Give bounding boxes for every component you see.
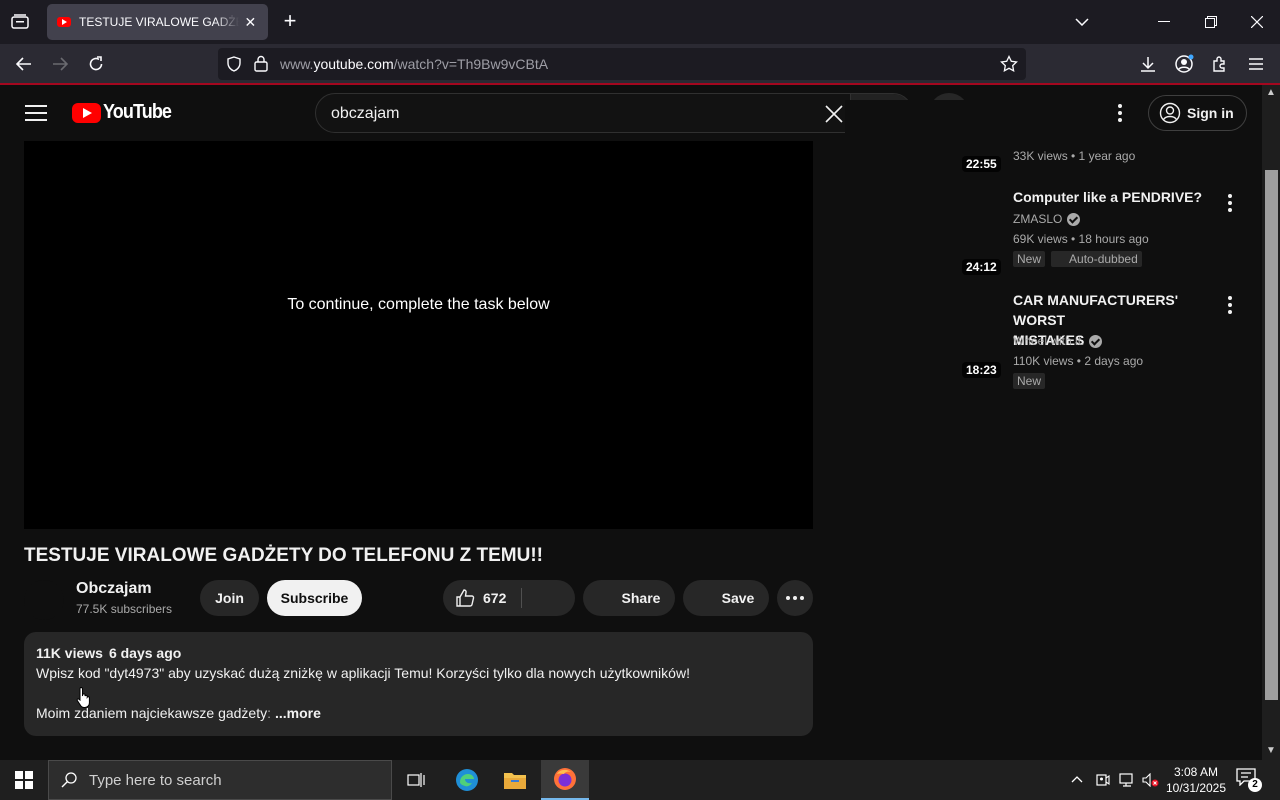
scroll-up-icon[interactable]: ▲ bbox=[1266, 87, 1276, 98]
restore-icon[interactable] bbox=[1197, 8, 1225, 36]
video-duration: 18:23 bbox=[962, 362, 1001, 378]
description-box[interactable]: 11K views 6 days ago Wpisz kod "dyt4973" … bbox=[24, 632, 813, 736]
guide-menu-icon[interactable] bbox=[24, 101, 48, 125]
search-icon bbox=[61, 772, 77, 788]
view-info: 11K views 6 days ago bbox=[36, 645, 181, 661]
notification-count: 2 bbox=[1248, 778, 1262, 792]
tab-list-icon[interactable] bbox=[8, 10, 32, 34]
taskbar-search-box[interactable]: Type here to search bbox=[48, 760, 392, 800]
clock-date: 10/31/2025 bbox=[1165, 781, 1227, 795]
verified-check-icon bbox=[1067, 212, 1081, 226]
back-arrow-icon[interactable] bbox=[12, 52, 36, 76]
like-dislike-group: 672 bbox=[443, 580, 575, 616]
badge-new: New bbox=[1013, 373, 1046, 389]
youtube-logo-text: YouTube bbox=[103, 101, 172, 123]
description-line-1: Wpisz kod "dyt4973" aby uzyskać dużą zni… bbox=[36, 665, 690, 681]
video-meta: 69K views • 18 hours ago bbox=[1013, 232, 1149, 246]
firefox-taskbar-icon[interactable] bbox=[541, 760, 589, 800]
menu-hamburger-icon[interactable] bbox=[1244, 52, 1268, 76]
share-button[interactable]: Share bbox=[583, 580, 675, 616]
taskbar-search-placeholder: Type here to search bbox=[89, 771, 222, 789]
video-badges: New bbox=[1013, 373, 1046, 389]
video-duration: 22:55 bbox=[962, 156, 1001, 172]
badge-auto-dubbed: Auto-dubbed bbox=[1051, 251, 1142, 267]
video-player[interactable]: To continue, complete the task below bbox=[24, 141, 813, 529]
video-duration: 24:12 bbox=[962, 259, 1001, 275]
scrollbar-thumb[interactable] bbox=[1265, 170, 1278, 700]
save-button[interactable]: Save bbox=[683, 580, 769, 616]
badge-new: New bbox=[1013, 251, 1046, 267]
tab-title: TESTUJE VIRALOWE GADŻETY DO TELEFONU Z T… bbox=[79, 15, 239, 29]
new-tab-icon[interactable]: + bbox=[278, 10, 302, 34]
channel-name[interactable]: Obczajam bbox=[76, 580, 152, 598]
show-more-link[interactable]: ...more bbox=[275, 705, 321, 721]
player-captcha-message: To continue, complete the task below bbox=[287, 296, 550, 313]
account-icon[interactable] bbox=[1172, 52, 1196, 76]
downloads-icon[interactable] bbox=[1136, 52, 1160, 76]
recommendation-item[interactable]: 24:12 Computer like a PENDRIVE? ZMASLO 6… bbox=[845, 187, 1255, 281]
address-bar[interactable]: www.youtube.com/watch?v=Th9Bw9vCBtA bbox=[218, 48, 1026, 80]
like-count[interactable]: 672 bbox=[483, 590, 506, 606]
search-input[interactable]: obczajam bbox=[331, 105, 399, 123]
browser-tab-bar: TESTUJE VIRALOWE GADŻETY DO TELEFONU Z T… bbox=[0, 0, 1280, 44]
active-browser-tab[interactable]: TESTUJE VIRALOWE GADŻETY DO TELEFONU Z T… bbox=[47, 4, 268, 40]
channel-name[interactable]: Wheel with it. bbox=[1013, 334, 1103, 348]
recommendation-item[interactable]: 22:55 33K views • 1 year ago bbox=[845, 100, 1255, 190]
network-icon[interactable] bbox=[1119, 773, 1135, 790]
video-badges: New Auto-dubbed bbox=[1013, 251, 1142, 267]
video-meta: 33K views • 1 year ago bbox=[1013, 149, 1136, 163]
video-more-icon[interactable] bbox=[1228, 296, 1232, 314]
notification-center-icon[interactable]: 2 bbox=[1236, 768, 1262, 792]
page-scrollbar[interactable]: ▲ ▼ bbox=[1262, 85, 1280, 760]
tracking-shield-icon[interactable] bbox=[226, 56, 242, 77]
meet-now-icon[interactable] bbox=[1096, 772, 1110, 791]
task-view-icon[interactable] bbox=[392, 760, 440, 800]
file-explorer-icon[interactable] bbox=[491, 760, 539, 800]
video-title: TESTUJE VIRALOWE GADŻETY DO TELEFONU Z T… bbox=[24, 545, 543, 566]
youtube-favicon-icon bbox=[57, 17, 71, 27]
tab-overflow-chevron-icon[interactable] bbox=[1068, 8, 1096, 36]
search-box[interactable]: obczajam bbox=[315, 93, 913, 133]
close-window-icon[interactable] bbox=[1243, 8, 1271, 36]
reload-icon[interactable] bbox=[84, 52, 108, 76]
close-tab-icon[interactable]: ✕ bbox=[243, 14, 258, 31]
join-button[interactable]: Join bbox=[200, 580, 259, 616]
show-hidden-icons-chevron-icon[interactable] bbox=[1071, 772, 1083, 786]
video-meta: 110K views • 2 days ago bbox=[1013, 354, 1144, 368]
bookmark-star-icon[interactable] bbox=[1000, 54, 1018, 78]
forward-arrow-icon[interactable] bbox=[48, 52, 72, 76]
lock-icon[interactable] bbox=[254, 55, 268, 77]
channel-avatar[interactable] bbox=[24, 580, 64, 620]
more-horizontal-icon bbox=[786, 596, 804, 600]
subscribe-button[interactable]: Subscribe bbox=[267, 580, 362, 616]
url-text: www.youtube.com/watch?v=Th9Bw9vCBtA bbox=[280, 56, 549, 72]
verified-check-icon bbox=[1089, 334, 1103, 348]
channel-name[interactable]: ZMASLO bbox=[1013, 212, 1081, 226]
video-more-icon[interactable] bbox=[1228, 194, 1232, 212]
youtube-logo[interactable]: YouTube bbox=[72, 101, 179, 124]
upload-age: 6 days ago bbox=[108, 645, 182, 661]
like-divider bbox=[521, 588, 522, 608]
scroll-down-icon[interactable]: ▼ bbox=[1266, 745, 1276, 756]
windows-taskbar: Type here to search 3:08 AM 10/31/2025 2 bbox=[0, 760, 1280, 800]
more-actions-button[interactable] bbox=[777, 580, 813, 616]
thumbs-up-icon[interactable] bbox=[455, 588, 475, 608]
video-thumbnail[interactable] bbox=[845, 100, 1005, 190]
youtube-play-logo-icon bbox=[72, 102, 101, 123]
view-count: 11K views bbox=[36, 645, 103, 661]
subscriber-count: 77.5K subscribers bbox=[76, 602, 173, 616]
recommendation-item[interactable]: 18:23 CAR MANUFACTURERS' WORST MISTAKES W… bbox=[845, 290, 1255, 390]
clear-search-icon[interactable] bbox=[822, 102, 846, 126]
extensions-icon[interactable] bbox=[1208, 52, 1232, 76]
windows-start-icon[interactable] bbox=[0, 760, 48, 800]
system-clock[interactable]: 3:08 AM 10/31/2025 bbox=[1160, 764, 1232, 796]
hand-cursor-icon bbox=[76, 686, 92, 713]
volume-muted-icon[interactable] bbox=[1142, 772, 1160, 790]
clock-time: 3:08 AM bbox=[1173, 765, 1219, 779]
video-title[interactable]: Computer like a PENDRIVE? bbox=[1013, 187, 1223, 207]
browser-nav-bar: www.youtube.com/watch?v=Th9Bw9vCBtA bbox=[0, 44, 1280, 84]
minimize-icon[interactable] bbox=[1150, 8, 1178, 36]
edge-browser-icon[interactable] bbox=[443, 760, 491, 800]
